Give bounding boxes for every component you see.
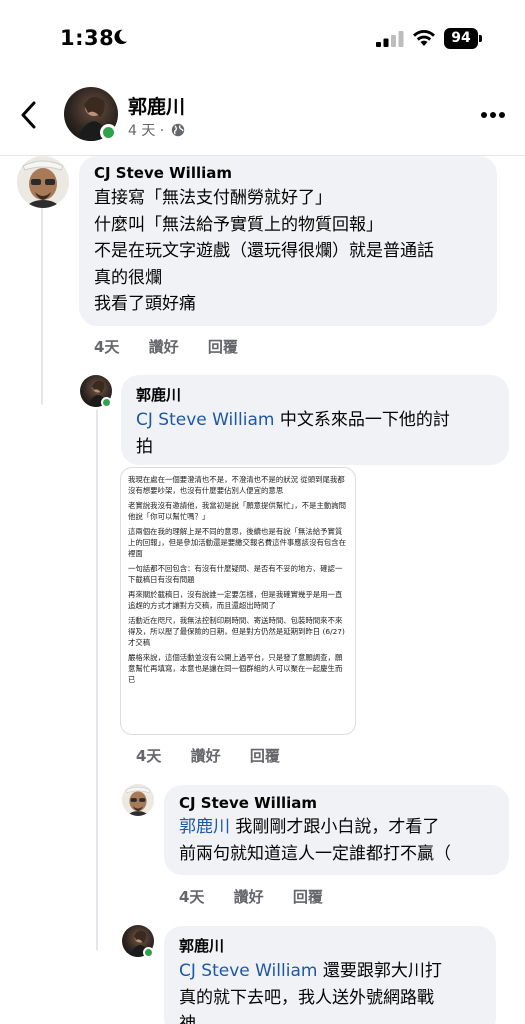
comment-text: 郭鹿川 我剛剛才跟小白說，才看了 前兩句就知道這人一定誰都打不贏（: [179, 814, 494, 867]
comment-age: 4天: [94, 338, 120, 356]
commenter-avatar-cj[interactable]: [17, 156, 69, 208]
moon-icon: [114, 29, 128, 45]
cellular-signal-icon: [376, 31, 404, 47]
comment-actions: 4天 讚好 回覆: [179, 886, 347, 907]
comment-line: 什麼叫「無法給予實質上的物質回報」: [94, 214, 383, 235]
comment-line: 神: [179, 1014, 196, 1024]
post-header: 郭鹿川 4 天 ·: [0, 78, 525, 156]
image-text-line: 老實說我沒有邀請他，我當初是說「願意提供幫忙」，不是主動詢問他說「你可以幫忙嗎？…: [128, 501, 347, 521]
comment-line: 真的就下去吧，我人送外號網路戰: [179, 987, 434, 1008]
wifi-icon: [413, 30, 435, 46]
comment-author[interactable]: CJ Steve William: [179, 794, 494, 812]
image-text-line: 嚴格來說，這個活動並沒有公開上過平台，只是發了意願調查，願意幫忙再填寫，本意也是…: [128, 653, 343, 684]
comment-text: CJ Steve William 中文系來品一下他的討 拍: [136, 407, 494, 460]
back-arrow-icon[interactable]: [18, 100, 40, 130]
commenter-avatar-cj[interactable]: [122, 784, 154, 816]
comment-line: 拍: [136, 436, 153, 457]
battery-indicator: 94: [444, 28, 478, 49]
comment-actions: 4天 讚好 回覆: [94, 336, 262, 357]
like-button[interactable]: 讚好: [191, 747, 221, 765]
more-options-icon[interactable]: [480, 111, 506, 119]
comment-actions: 4天 讚好 回覆: [136, 745, 304, 766]
attached-screenshot-image[interactable]: 我現在處在一個要澄清也不是，不澄清也不是的狀況 從頭到尾我都沒有想要吵架，也沒有…: [120, 467, 356, 735]
cj-avatar-photo-icon: [17, 156, 69, 208]
comment-line: 前兩句就知道這人一定誰都打不贏（: [179, 843, 451, 864]
comment-line: 我看了頭好痛: [94, 294, 196, 314]
post-time: 4 天 ·: [128, 123, 165, 139]
comment-author[interactable]: 郭鹿川: [179, 935, 481, 956]
reply-button[interactable]: 回覆: [208, 338, 238, 356]
cj-avatar-photo-icon: [122, 784, 154, 816]
comment-text: CJ Steve William 還要跟郭大川打 真的就下去吧，我人送外號網路戰…: [179, 958, 481, 1024]
comment-bubble[interactable]: CJ Steve William 郭鹿川 我剛剛才跟小白說，才看了 前兩句就知道…: [164, 785, 509, 875]
status-bar: 1:38 94: [0, 0, 525, 78]
comment-author[interactable]: CJ Steve William: [94, 164, 482, 182]
online-status-dot: [100, 124, 117, 141]
globe-icon: [171, 123, 184, 137]
comment-text-body: 中文系來品一下他的討: [274, 410, 450, 430]
mention-link[interactable]: CJ Steve William: [179, 961, 317, 981]
thread-line-main: [41, 205, 43, 405]
comment-line: 不是在玩文字遊戲（還玩得很爛）就是普通話: [94, 241, 434, 261]
comment-age: 4天: [179, 888, 205, 906]
post-meta: 4 天 ·: [128, 120, 185, 140]
image-text-line: 這兩個在我的理解上是不同的意思，後續也是有說「無法給予實質上的回報」，但是參加活…: [128, 527, 347, 558]
image-text-line: 活動近在咫尺，我無法控制印刷時間、寄送時間、包裝時間來不來得及，所以壓了最保險的…: [128, 616, 345, 647]
like-button[interactable]: 讚好: [234, 888, 264, 906]
thread-line-reply: [96, 410, 98, 950]
comment-line: 真的很爛: [94, 267, 162, 288]
author-name[interactable]: 郭鹿川: [128, 92, 185, 119]
status-time: 1:38: [60, 26, 115, 50]
comment-text: 直接寫「無法支付酬勞就好了」 什麼叫「無法給予實質上的物質回報」 不是在玩文字遊…: [94, 185, 482, 318]
comment-line: 直接寫「無法支付酬勞就好了」: [94, 188, 332, 208]
reply-button[interactable]: 回覆: [250, 747, 280, 765]
comment-author[interactable]: 郭鹿川: [136, 384, 494, 405]
mention-link[interactable]: CJ Steve William: [136, 410, 274, 430]
online-status-dot: [143, 947, 154, 958]
comment-bubble[interactable]: CJ Steve William 直接寫「無法支付酬勞就好了」 什麼叫「無法給予…: [79, 156, 497, 326]
comment-text-body: 還要跟郭大川打: [317, 961, 442, 981]
image-text-line: 一句話都不回包含：有沒有什麼疑問、是否有不妥的地方、確認一下截稿日有沒有問題: [128, 564, 343, 584]
mention-link[interactable]: 郭鹿川: [179, 817, 230, 837]
comment-bubble[interactable]: 郭鹿川 CJ Steve William 中文系來品一下他的討 拍: [121, 375, 509, 465]
reply-button[interactable]: 回覆: [293, 888, 323, 906]
image-text-line: 我現在處在一個要澄清也不是，不澄清也不是的狀況 從頭到尾我都沒有想要吵架，也沒有…: [128, 475, 345, 495]
comment-bubble[interactable]: 郭鹿川 CJ Steve William 還要跟郭大川打 真的就下去吧，我人送外…: [164, 926, 496, 1024]
battery-cap: [479, 35, 482, 42]
comment-text-body: 我剛剛才跟小白說，才看了: [230, 817, 440, 837]
comment-age: 4天: [136, 747, 162, 765]
image-text-line: 再來關於截稿日，沒有說誰一定要怎樣，但是我確實幾乎是用一直追趕的方式才讓對方交稿…: [128, 590, 343, 610]
online-status-dot: [101, 397, 112, 408]
like-button[interactable]: 讚好: [149, 338, 179, 356]
